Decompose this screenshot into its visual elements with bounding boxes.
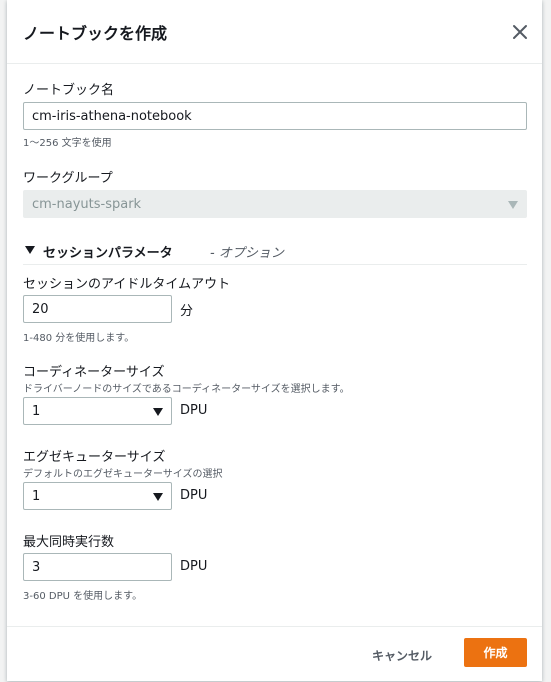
coordinator-size-unit: DPU	[180, 403, 208, 418]
max-concurrent-input[interactable]	[23, 553, 172, 581]
coordinator-size-label: コーディネーターサイズ	[23, 365, 165, 380]
notebook-name-label: ノートブック名	[23, 83, 115, 98]
session-params-optional: - オプション	[210, 246, 284, 261]
coordinator-size-selected-value: 1	[32, 404, 41, 419]
cancel-button[interactable]: キャンセル	[362, 643, 442, 667]
idle-timeout-label: セッションのアイドルタイムアウト	[23, 277, 231, 292]
caret-down-icon	[153, 493, 163, 501]
modal-footer: キャンセル 作成	[7, 626, 542, 682]
workgroup-selected-value: cm-nayuts-spark	[32, 197, 142, 212]
create-notebook-modal: ノートブックを作成 ノートブック名 1〜256 文字を使用 ワークグループ cm…	[7, 0, 542, 681]
workgroup-select: cm-nayuts-spark	[23, 190, 527, 218]
executor-size-description: デフォルトのエグゼキューターサイズの選択	[23, 469, 223, 480]
modal-header: ノートブックを作成	[7, 0, 542, 64]
max-concurrent-unit: DPU	[180, 559, 208, 574]
executor-size-label: エグゼキューターサイズ	[23, 450, 166, 465]
workgroup-label: ワークグループ	[23, 171, 113, 186]
executor-size-unit: DPU	[180, 488, 208, 503]
session-params-toggle[interactable]: セッションパラメータ - オプション	[23, 240, 527, 265]
executor-size-selected-value: 1	[32, 489, 41, 504]
session-params-title: セッションパラメータ	[43, 246, 173, 261]
notebook-name-hint: 1〜256 文字を使用	[23, 138, 112, 149]
notebook-name-input[interactable]	[23, 102, 527, 130]
caret-down-icon	[25, 246, 35, 254]
coordinator-size-select[interactable]: 1	[23, 397, 172, 425]
close-icon[interactable]	[512, 24, 528, 40]
caret-down-icon	[153, 408, 163, 416]
max-concurrent-label: 最大同時実行数	[23, 535, 115, 550]
coordinator-size-description: ドライバーノードのサイズであるコーディネーターサイズを選択します。	[23, 384, 350, 395]
idle-timeout-hint: 1-480 分を使用します。	[23, 333, 135, 344]
idle-timeout-input[interactable]	[23, 295, 172, 323]
idle-timeout-unit: 分	[180, 304, 194, 319]
modal-title: ノートブックを作成	[23, 24, 168, 43]
executor-size-select[interactable]: 1	[23, 482, 172, 510]
max-concurrent-hint: 3-60 DPU を使用します。	[23, 591, 143, 602]
create-button[interactable]: 作成	[464, 638, 527, 667]
caret-down-icon	[508, 201, 518, 209]
